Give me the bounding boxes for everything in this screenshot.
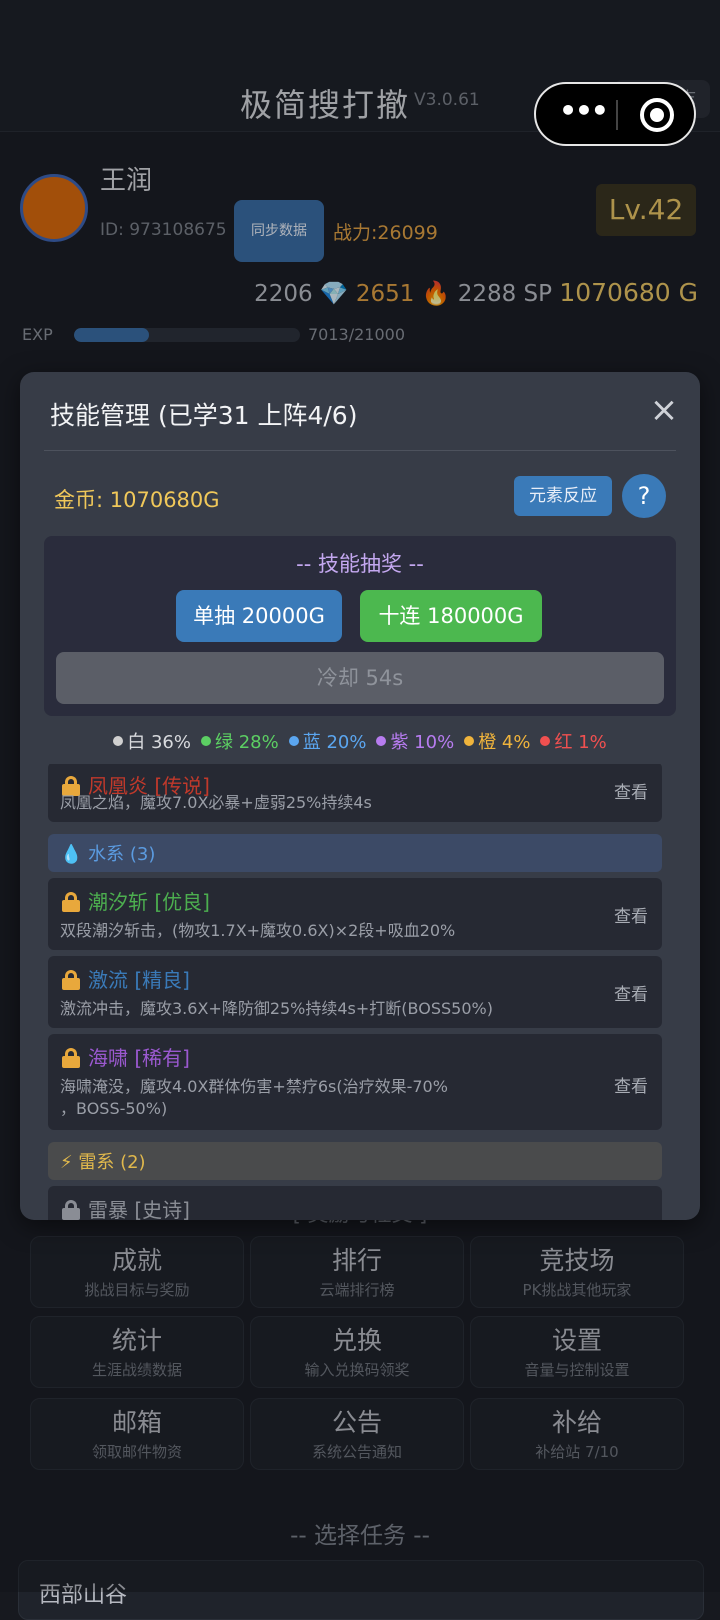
- rarity-label: 红 1%: [554, 732, 607, 753]
- group-thunder-label: ⚡ 雷系 (2): [60, 1152, 146, 1173]
- coin-balance: 金币: 1070680G: [54, 488, 220, 512]
- rarity-dot-icon: [376, 736, 387, 746]
- lock-icon: [62, 892, 80, 912]
- skill-desc: 激流冲击，魔攻3.6X+降防御25%持续4s+打断(BOSS50%): [60, 999, 493, 1018]
- rarity-dot-icon: [288, 736, 299, 746]
- skill-desc-line1: 海啸淹没，魔攻4.0X群体伤害+禁疗6s(治疗效果-70%: [60, 1077, 448, 1096]
- skill-name: 激流 [精良]: [88, 968, 190, 992]
- rarity-rate: 白 36%: [113, 732, 191, 753]
- skill-management-modal: 技能管理 (已学31 上阵4/6) × 金币: 1070680G 元素反应 ? …: [20, 372, 700, 1220]
- skill-desc: 凤凰之焰，魔攻7.0X必暴+虚弱25%持续4s: [60, 793, 372, 812]
- capsule-divider: [616, 100, 618, 130]
- rarity-dot-icon: [200, 736, 211, 746]
- rarity-dot-icon: [113, 736, 124, 746]
- rarity-dot-icon: [540, 736, 551, 746]
- skill-card-tide-slash[interactable]: 潮汐斩 [优良] 双段潮汐斩击，(物攻1.7X+魔攻0.6X)×2段+吸血20%…: [48, 878, 662, 950]
- lock-icon: [62, 1048, 80, 1068]
- rarity-label: 紫 10%: [390, 732, 455, 753]
- modal-divider: [44, 450, 676, 451]
- group-thunder[interactable]: ⚡ 雷系 (2): [48, 1142, 662, 1180]
- rarity-rate: 紫 10%: [376, 732, 454, 753]
- view-button[interactable]: 查看: [614, 1072, 648, 1097]
- group-water[interactable]: 💧 水系 (3): [48, 834, 662, 872]
- rarity-label: 绿 28%: [214, 732, 279, 753]
- group-water-label: 💧 水系 (3): [60, 844, 156, 865]
- rarity-rates: 白 36% 绿 28% 蓝 20% 紫 10% 橙 4% 红 1%: [20, 728, 700, 754]
- skill-desc: 海啸淹没，魔攻4.0X群体伤害+禁疗6s(治疗效果-70% ，BOSS-50%): [60, 1076, 530, 1120]
- view-button[interactable]: 查看: [614, 902, 648, 927]
- close-icon[interactable]: ×: [644, 390, 684, 430]
- rarity-label: 蓝 20%: [302, 732, 367, 753]
- view-button[interactable]: 查看: [614, 778, 648, 803]
- rarity-dot-icon: [464, 736, 475, 746]
- lock-icon: [62, 1200, 80, 1220]
- skill-card-tsunami[interactable]: 海啸 [稀有] 海啸淹没，魔攻4.0X群体伤害+禁疗6s(治疗效果-70% ，BO…: [48, 1034, 662, 1130]
- skill-name: 潮汐斩 [优良]: [88, 890, 210, 914]
- rarity-rate: 绿 28%: [200, 732, 279, 753]
- skill-list[interactable]: 凤凰炎 [传说] 凤凰之焰，魔攻7.0X必暴+虚弱25%持续4s 查看 💧 水系…: [20, 764, 700, 1220]
- lottery-title: -- 技能抽奖 --: [296, 552, 424, 576]
- cooldown-button[interactable]: 冷却 54s: [56, 652, 664, 704]
- close-target-icon[interactable]: [640, 98, 674, 132]
- skill-card-phoenix[interactable]: 凤凰炎 [传说] 凤凰之焰，魔攻7.0X必暴+虚弱25%持续4s 查看: [48, 764, 662, 822]
- skill-lottery-panel: -- 技能抽奖 -- 单抽 20000G 十连 180000G 冷却 54s: [44, 536, 676, 716]
- rarity-rate: 蓝 20%: [288, 732, 367, 753]
- more-icon[interactable]: •••: [558, 96, 609, 132]
- skill-name: 海啸 [稀有]: [88, 1046, 190, 1070]
- element-reaction-button[interactable]: 元素反应: [514, 476, 612, 516]
- modal-title: 技能管理 (已学31 上阵4/6): [50, 401, 358, 430]
- view-button[interactable]: 查看: [614, 980, 648, 1005]
- skill-desc-line2: ，BOSS-50%): [60, 1099, 168, 1118]
- skill-card-torrent[interactable]: 激流 [精良] 激流冲击，魔攻3.6X+降防御25%持续4s+打断(BOSS50…: [48, 956, 662, 1028]
- mini-program-capsule: •••: [534, 82, 696, 146]
- rarity-label: 白 36%: [127, 732, 191, 753]
- help-button[interactable]: ?: [622, 474, 666, 518]
- skill-desc: 双段潮汐斩击，(物攻1.7X+魔攻0.6X)×2段+吸血20%: [60, 921, 456, 940]
- rarity-rate: 橙 4%: [464, 732, 530, 753]
- rarity-rate: 红 1%: [540, 732, 607, 753]
- skill-name: 雷暴 [史诗]: [88, 1198, 190, 1220]
- ten-draw-button[interactable]: 十连 180000G: [360, 590, 542, 642]
- single-draw-button[interactable]: 单抽 20000G: [176, 590, 342, 642]
- lock-icon: [62, 970, 80, 990]
- skill-card-thunderstorm[interactable]: 雷暴 [史诗]: [48, 1186, 662, 1220]
- rarity-label: 橙 4%: [478, 732, 531, 753]
